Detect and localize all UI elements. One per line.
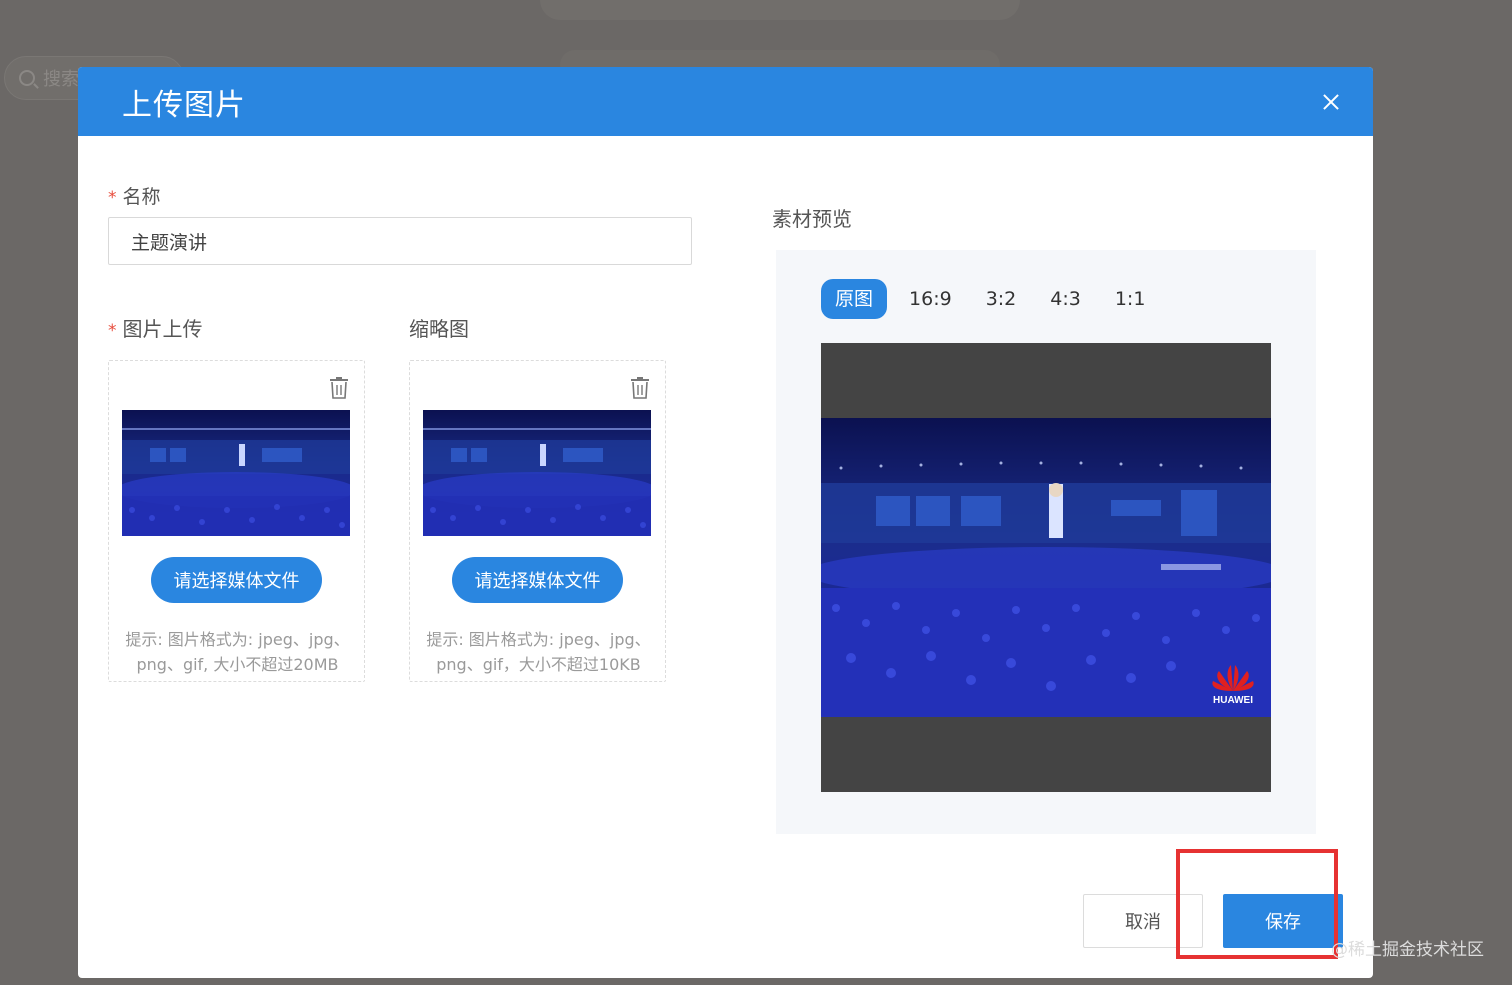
thumbnail-upload-card: 请选择媒体文件 提示: 图片格式为: jpeg、jpg、 png、gif，大小不… bbox=[409, 360, 666, 682]
save-button[interactable]: 保存 bbox=[1223, 894, 1343, 948]
required-mark: * bbox=[108, 188, 117, 208]
cancel-button[interactable]: 取消 bbox=[1083, 894, 1203, 948]
upload-hint-line: 提示: 图片格式为: jpeg、jpg、 bbox=[426, 630, 651, 649]
ratio-tab-3-2[interactable]: 3:2 bbox=[984, 279, 1019, 319]
image-upload-label: * 图片上传 bbox=[108, 313, 203, 342]
search-icon bbox=[19, 70, 35, 86]
name-input[interactable] bbox=[108, 217, 692, 265]
ratio-tab-16-9[interactable]: 16:9 bbox=[907, 279, 954, 319]
ratio-tab-original[interactable]: 原图 bbox=[821, 279, 888, 319]
preview-image: HUAWEI bbox=[821, 418, 1271, 717]
watermark: @稀土掘金技术社区 bbox=[1331, 940, 1484, 960]
trash-icon[interactable] bbox=[631, 377, 649, 399]
upload-hint-line: 提示: 图片格式为: jpeg、jpg、 bbox=[125, 630, 350, 649]
image-upload-card: 请选择媒体文件 提示: 图片格式为: jpeg、jpg、 png、gif, 大小… bbox=[108, 360, 365, 682]
upload-hint-line: png、gif，大小不超过10KB bbox=[436, 655, 641, 674]
dialog-header: 上传图片 bbox=[78, 67, 1373, 136]
thumbnail-image bbox=[423, 410, 651, 536]
name-label-text: 名称 bbox=[122, 186, 161, 208]
preview-canvas: HUAWEI bbox=[821, 343, 1271, 792]
preview-panel: 原图 16:9 3:2 4:3 1:1 HUAWEI bbox=[776, 250, 1316, 834]
upload-image-dialog: 上传图片 *名称 *图片上传 缩略图 bbox=[78, 67, 1373, 978]
preview-title: 素材预览 bbox=[772, 207, 852, 231]
select-media-button[interactable]: 请选择媒体文件 bbox=[452, 557, 623, 603]
name-label: * 名称 bbox=[108, 182, 161, 209]
uploaded-image-thumbnail bbox=[122, 410, 350, 536]
trash-icon[interactable] bbox=[330, 377, 348, 399]
ratio-tab-1-1[interactable]: 1:1 bbox=[1113, 279, 1148, 319]
upload-hint: 提示: 图片格式为: jpeg、jpg、 png、gif, 大小不超过20MB bbox=[113, 627, 362, 677]
background-header-pill bbox=[540, 0, 1020, 20]
close-icon[interactable] bbox=[1319, 90, 1343, 114]
background-search-placeholder: 搜索 bbox=[43, 69, 79, 90]
image-upload-label-text: 图片上传 bbox=[122, 317, 203, 341]
select-media-button[interactable]: 请选择媒体文件 bbox=[151, 557, 322, 603]
dialog-title: 上传图片 bbox=[122, 87, 246, 123]
ratio-tabs: 原图 16:9 3:2 4:3 1:1 bbox=[821, 279, 1177, 319]
upload-hint-line: png、gif, 大小不超过20MB bbox=[136, 655, 339, 674]
required-mark: * bbox=[108, 321, 117, 341]
ratio-tab-4-3[interactable]: 4:3 bbox=[1048, 279, 1083, 319]
huawei-logo-text: HUAWEI bbox=[1213, 695, 1253, 706]
thumbnail-label: 缩略图 bbox=[409, 317, 469, 341]
upload-hint: 提示: 图片格式为: jpeg、jpg、 png、gif，大小不超过10KB bbox=[414, 627, 663, 677]
